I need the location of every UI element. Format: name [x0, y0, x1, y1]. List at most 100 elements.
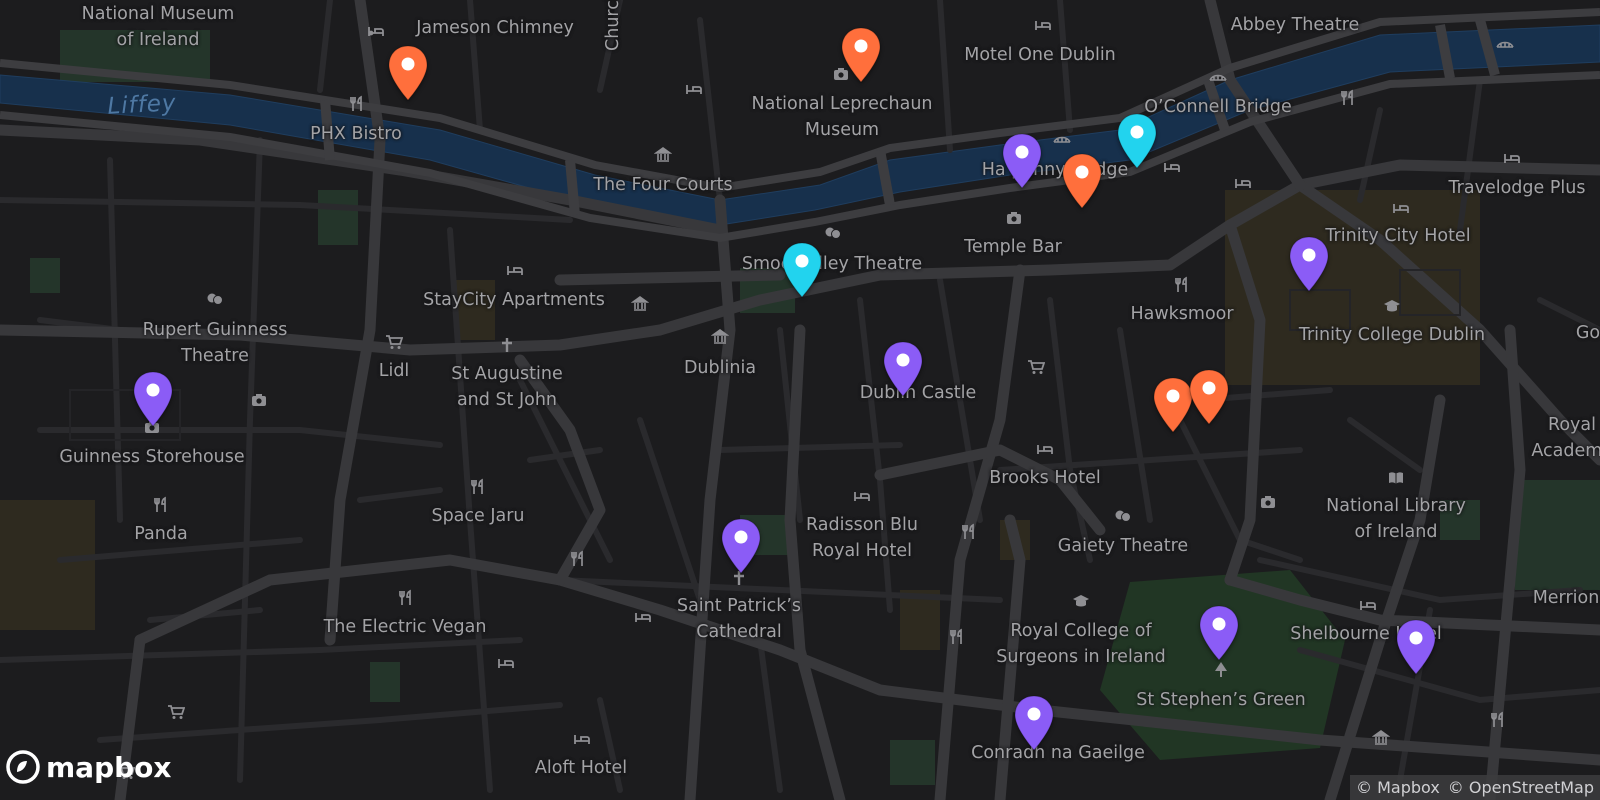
place-label-national-library[interactable]: National Library of Ireland [1326, 493, 1466, 545]
place-label-rcsi[interactable]: Royal College of Surgeons in Ireland [996, 618, 1165, 670]
place-label-royal-academy[interactable]: Royal Academy [1531, 412, 1600, 464]
place-label-st-stephens-green[interactable]: St Stephen’s Green [1136, 687, 1306, 713]
map-marker[interactable] [1287, 235, 1331, 293]
attribution-osm-link[interactable]: © OpenStreetMap [1448, 778, 1594, 797]
museum-icon [631, 295, 649, 313]
place-label-national-museum[interactable]: National Museum of Ireland [82, 1, 235, 53]
bed-icon [1234, 174, 1252, 192]
bridge-icon [1496, 35, 1514, 53]
book-icon [1387, 469, 1405, 487]
map-pin-icon [1117, 113, 1157, 169]
place-label-panda[interactable]: Panda [134, 521, 187, 547]
bed-icon [506, 261, 524, 279]
map-marker[interactable] [1394, 618, 1438, 676]
shopping-cart-icon [385, 333, 403, 351]
place-label-trinity-college[interactable]: Trinity College Dublin [1299, 322, 1485, 348]
bridge-icon [1053, 130, 1071, 148]
map-pin-icon [841, 27, 881, 83]
map-marker[interactable] [839, 26, 883, 84]
map-marker[interactable] [1115, 112, 1159, 170]
map-pin-icon [721, 518, 761, 574]
bed-icon [573, 730, 591, 748]
place-label-go[interactable]: Go [1576, 320, 1600, 346]
graduation-cap-icon [1383, 297, 1401, 315]
bed-icon [1163, 158, 1181, 176]
map-marker[interactable] [1000, 132, 1044, 190]
map-pin-icon [1014, 695, 1054, 751]
fork-knife-icon [348, 95, 366, 113]
place-label-church[interactable]: Church [600, 0, 626, 51]
bed-icon [367, 22, 385, 40]
museum-icon [654, 146, 672, 164]
place-label-phx-bistro[interactable]: PHX Bistro [310, 121, 402, 147]
fork-knife-icon [960, 523, 978, 541]
bed-icon [497, 654, 515, 672]
attribution-bar: © Mapbox © OpenStreetMap [1350, 775, 1600, 800]
map-pin-icon [883, 341, 923, 397]
map-marker[interactable] [780, 241, 824, 299]
place-label-abbey-theatre[interactable]: Abbey Theatre [1231, 12, 1360, 38]
place-label-temple-bar[interactable]: Temple Bar [964, 234, 1062, 260]
museum-icon [711, 328, 729, 346]
place-label-st-augustine[interactable]: St Augustine and St John [451, 361, 563, 413]
map-marker[interactable] [1197, 604, 1241, 662]
place-label-jameson-chimney[interactable]: Jameson Chimney [416, 15, 574, 41]
place-label-leprechaun-museum[interactable]: National Leprechaun Museum [752, 91, 933, 143]
place-label-aloft[interactable]: Aloft Hotel [535, 755, 627, 781]
place-label-trinity-city-hotel[interactable]: Trinity City Hotel [1325, 223, 1470, 249]
map-marker[interactable] [719, 517, 763, 575]
map-marker[interactable] [881, 340, 925, 398]
place-label-radisson[interactable]: Radisson Blu Royal Hotel [806, 512, 918, 564]
place-label-lidl[interactable]: Lidl [379, 358, 410, 384]
fork-knife-icon [569, 550, 587, 568]
place-label-gaiety[interactable]: Gaiety Theatre [1058, 533, 1188, 559]
mapbox-logo-icon [6, 750, 40, 784]
cross-icon [498, 336, 516, 354]
place-label-brooks-hotel[interactable]: Brooks Hotel [989, 465, 1100, 491]
fork-knife-icon [1489, 711, 1507, 729]
river-label: Liffey [106, 90, 178, 120]
place-label-electric-vegan[interactable]: The Electric Vegan [324, 614, 487, 640]
place-label-smock-alley[interactable]: Smock Alley Theatre [742, 251, 922, 277]
map-marker[interactable] [1012, 694, 1056, 752]
fork-knife-icon [469, 478, 487, 496]
map-pin-icon [1199, 605, 1239, 661]
place-label-space-jaru[interactable]: Space Jaru [431, 503, 524, 529]
shopping-cart-icon [1027, 358, 1045, 376]
place-label-travelodge[interactable]: Travelodge Plus [1449, 175, 1586, 201]
place-label-four-courts[interactable]: The Four Courts [593, 172, 732, 198]
place-label-st-patricks[interactable]: Saint Patrick’s Cathedral [677, 593, 801, 645]
map-marker[interactable] [131, 370, 175, 428]
place-label-hawksmoor[interactable]: Hawksmoor [1130, 301, 1233, 327]
place-label-conradh[interactable]: Conradh na Gaeilge [971, 740, 1145, 766]
map-pin-icon [1289, 236, 1329, 292]
place-label-merrion[interactable]: Merrion [1533, 585, 1600, 611]
bridge-icon [1209, 68, 1227, 86]
place-label-motel-one[interactable]: Motel One Dublin [964, 42, 1116, 68]
theatre-masks-icon [1114, 507, 1132, 525]
map-marker[interactable] [1187, 368, 1231, 426]
tree-icon [1212, 661, 1230, 679]
attribution-mapbox-link[interactable]: © Mapbox [1356, 778, 1440, 797]
fork-knife-icon [397, 589, 415, 607]
place-label-rupert-guinness[interactable]: Rupert Guinness Theatre [143, 317, 288, 369]
place-label-guinness-storehouse[interactable]: Guinness Storehouse [59, 444, 244, 470]
map-pin-icon [782, 242, 822, 298]
mapbox-logo[interactable]: mapbox [6, 750, 171, 784]
place-label-dublinia[interactable]: Dublinia [684, 355, 756, 381]
map-pin-icon [1062, 153, 1102, 209]
bed-icon [1503, 149, 1521, 167]
map-marker[interactable] [1060, 152, 1104, 210]
place-label-staycity[interactable]: StayCity Apartments [423, 287, 605, 313]
map-canvas[interactable]: Liffey National Museum of Ireland Jameso… [0, 0, 1600, 800]
fork-knife-icon [948, 628, 966, 646]
place-label-oconnell-bridge[interactable]: O’Connell Bridge [1144, 94, 1292, 120]
map-pin-icon [1002, 133, 1042, 189]
map-pin-icon [1396, 619, 1436, 675]
bed-icon [1036, 440, 1054, 458]
fork-knife-icon [1339, 89, 1357, 107]
bed-icon [634, 608, 652, 626]
graduation-cap-icon [1072, 592, 1090, 610]
map-marker[interactable] [386, 44, 430, 102]
map-pin-icon [133, 371, 173, 427]
